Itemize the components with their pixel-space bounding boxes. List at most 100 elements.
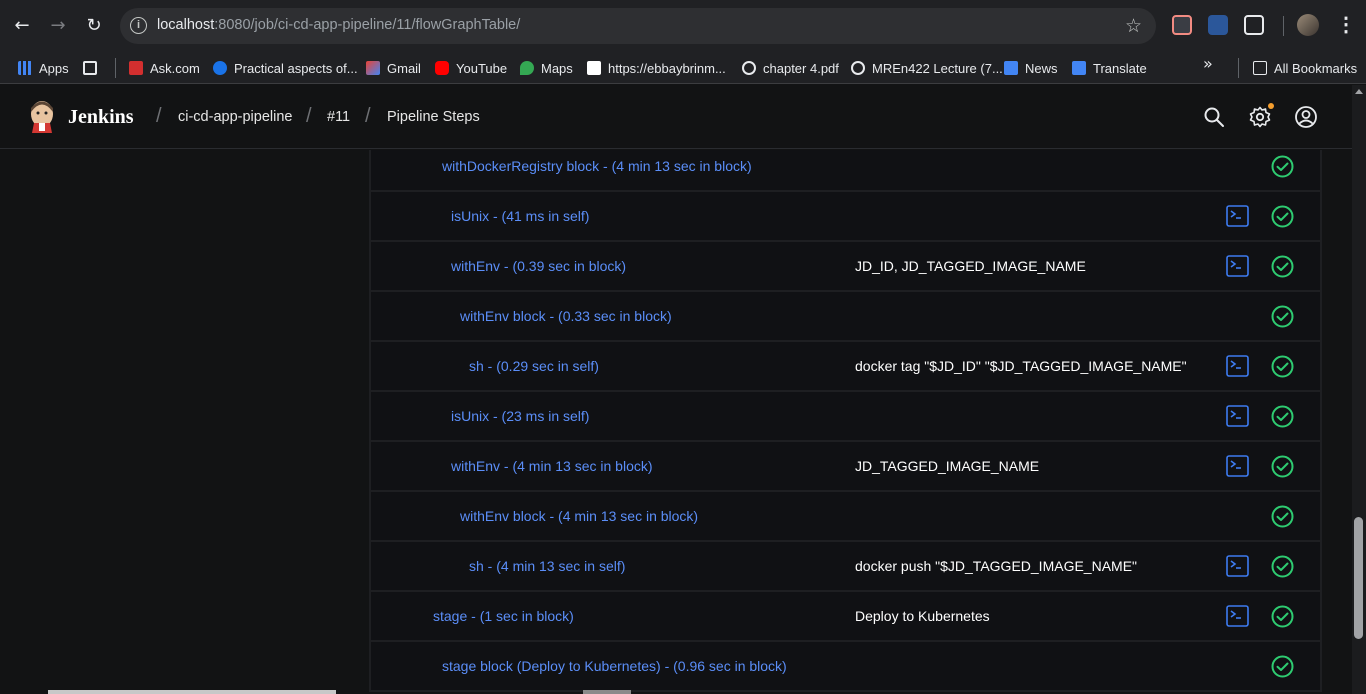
bookmark-label: https://ebbaybrinm...: [608, 60, 726, 76]
bookmark-youtube[interactable]: YouTube: [435, 56, 507, 80]
step-link[interactable]: isUnix - (23 ms in self): [451, 408, 589, 424]
step-link[interactable]: stage - (1 sec in block): [433, 608, 574, 624]
table-row: withEnv - (0.39 sec in block) JD_ID, JD_T…: [371, 242, 1320, 292]
breadcrumb-pipeline-steps[interactable]: Pipeline Steps: [387, 109, 480, 125]
reload-icon[interactable]: ↻: [80, 12, 108, 40]
table-row: isUnix - (41 ms in self): [371, 192, 1320, 242]
bookmark-chapter4[interactable]: chapter 4.pdf: [742, 56, 839, 80]
bookmark-mren422[interactable]: MREn422 Lecture (7...: [851, 56, 1003, 80]
jenkins-title[interactable]: Jenkins: [68, 106, 134, 129]
forward-arrow-icon[interactable]: →: [44, 12, 72, 40]
success-check-icon: [1271, 455, 1294, 478]
table-row: stage - (1 sec in block) Deploy to Kubern…: [371, 592, 1320, 642]
bookmark-ask[interactable]: Ask.com: [129, 56, 200, 80]
grid-icon: [83, 61, 97, 75]
site-info-icon[interactable]: i: [130, 17, 147, 34]
table-row: stage block (Deploy to Kubernetes) - (0.…: [371, 642, 1320, 692]
scroll-up-arrow-icon[interactable]: [1355, 89, 1363, 94]
maps-icon: [520, 61, 534, 75]
step-arguments: JD_ID, JD_TAGGED_IMAGE_NAME: [855, 258, 1086, 274]
translate-icon: [1072, 61, 1086, 75]
apps-grid-icon: [18, 61, 32, 75]
console-output-icon[interactable]: [1226, 205, 1249, 227]
bookmark-label: Ask.com: [150, 60, 200, 76]
gmail-icon: [366, 61, 380, 75]
main-content: withDockerRegistry block - (4 min 13 sec…: [0, 150, 1352, 694]
table-row: withEnv block - (4 min 13 sec in block): [371, 492, 1320, 542]
url-text[interactable]: localhost:8080/job/ci-cd-app-pipeline/11…: [157, 17, 520, 33]
bookmark-star-icon[interactable]: ☆: [1125, 15, 1142, 37]
word-extension-icon[interactable]: [1208, 15, 1228, 35]
bookmark-maps[interactable]: Maps: [520, 56, 573, 80]
jenkins-logo-icon[interactable]: [28, 99, 56, 133]
step-link[interactable]: withDockerRegistry block - (4 min 13 sec…: [442, 158, 752, 174]
bookmark-label: Translate: [1093, 60, 1147, 76]
console-output-icon[interactable]: [1226, 605, 1249, 627]
page-icon: [587, 61, 601, 75]
breadcrumb-job[interactable]: ci-cd-app-pipeline: [178, 109, 292, 125]
search-icon[interactable]: [1202, 105, 1226, 129]
bookmark-label: Maps: [541, 60, 573, 76]
success-check-icon: [1271, 505, 1294, 528]
console-output-icon[interactable]: [1226, 255, 1249, 277]
bookmark-label: MREn422 Lecture (7...: [872, 60, 1003, 76]
address-bar[interactable]: i localhost:8080/job/ci-cd-app-pipeline/…: [120, 8, 1156, 44]
bookmark-apps[interactable]: Apps: [18, 56, 69, 80]
all-bookmarks-label: All Bookmarks: [1274, 60, 1358, 76]
back-arrow-icon[interactable]: ←: [8, 12, 36, 40]
user-account-icon[interactable]: [1294, 105, 1318, 129]
bookmark-practical[interactable]: Practical aspects of...: [213, 56, 358, 80]
console-output-icon[interactable]: [1226, 555, 1249, 577]
step-link[interactable]: withEnv - (4 min 13 sec in block): [451, 458, 653, 474]
extension-cast-icon[interactable]: [1172, 15, 1192, 35]
horizontal-scrollbar-left[interactable]: [48, 690, 336, 694]
step-link[interactable]: withEnv - (0.39 sec in block): [451, 258, 626, 274]
bookmark-label: Practical aspects of...: [234, 60, 358, 76]
console-output-icon[interactable]: [1226, 455, 1249, 477]
breadcrumb-separator: /: [306, 105, 312, 127]
table-row: withEnv - (4 min 13 sec in block) JD_TAGG…: [371, 442, 1320, 492]
extensions-puzzle-icon[interactable]: [1244, 15, 1264, 35]
bookmarks-bar: Apps Ask.com Practical aspects of... Gma…: [0, 52, 1366, 84]
step-link[interactable]: sh - (4 min 13 sec in self): [469, 558, 625, 574]
breadcrumb-build[interactable]: #11: [327, 109, 350, 125]
globe-icon: [851, 61, 865, 75]
console-output-icon[interactable]: [1226, 405, 1249, 427]
all-bookmarks[interactable]: All Bookmarks: [1253, 56, 1357, 80]
horizontal-scrollbar-thumb[interactable]: [583, 690, 631, 694]
success-check-icon: [1271, 205, 1294, 228]
step-link[interactable]: sh - (0.29 sec in self): [469, 358, 599, 374]
profile-avatar[interactable]: [1297, 14, 1319, 36]
step-arguments: JD_TAGGED_IMAGE_NAME: [855, 458, 1040, 474]
pipeline-steps-table: withDockerRegistry block - (4 min 13 sec…: [369, 150, 1322, 692]
news-icon: [1004, 61, 1018, 75]
bookmark-grid[interactable]: [83, 56, 104, 80]
table-row: sh - (0.29 sec in self) docker tag "$JD_I…: [371, 342, 1320, 392]
step-link[interactable]: isUnix - (41 ms in self): [451, 208, 589, 224]
browser-toolbar: ← → ↻ i localhost:8080/job/ci-cd-app-pip…: [0, 0, 1366, 52]
step-arguments: Deploy to Kubernetes: [855, 608, 990, 624]
globe-icon: [742, 61, 756, 75]
vertical-scrollbar[interactable]: [1352, 85, 1366, 694]
bookmark-news[interactable]: News: [1004, 56, 1058, 80]
menu-kebab-icon[interactable]: ⋮: [1336, 12, 1356, 37]
ask-icon: [129, 61, 143, 75]
step-link[interactable]: withEnv block - (4 min 13 sec in block): [460, 508, 698, 524]
bookmark-translate[interactable]: Translate: [1072, 56, 1147, 80]
step-link[interactable]: stage block (Deploy to Kubernetes) - (0.…: [442, 658, 787, 674]
bookmark-ebbay[interactable]: https://ebbaybrinm...: [587, 56, 726, 80]
folder-icon: [1253, 61, 1267, 75]
success-check-icon: [1271, 305, 1294, 328]
table-row: sh - (4 min 13 sec in self) docker push "…: [371, 542, 1320, 592]
bookmark-gmail[interactable]: Gmail: [366, 56, 421, 80]
scrollbar-thumb[interactable]: [1354, 517, 1363, 639]
step-link[interactable]: withEnv block - (0.33 sec in block): [460, 308, 672, 324]
step-arguments: docker tag "$JD_ID" "$JD_TAGGED_IMAGE_NA…: [855, 358, 1187, 374]
console-output-icon[interactable]: [1226, 355, 1249, 377]
bookmark-label: Apps: [39, 60, 69, 76]
success-check-icon: [1271, 655, 1294, 678]
jenkins-header: Jenkins / ci-cd-app-pipeline / #11 / Pip…: [0, 85, 1352, 149]
gear-icon[interactable]: [1248, 105, 1272, 129]
more-bookmarks-chevron-icon[interactable]: »: [1203, 54, 1213, 73]
success-check-icon: [1271, 405, 1294, 428]
